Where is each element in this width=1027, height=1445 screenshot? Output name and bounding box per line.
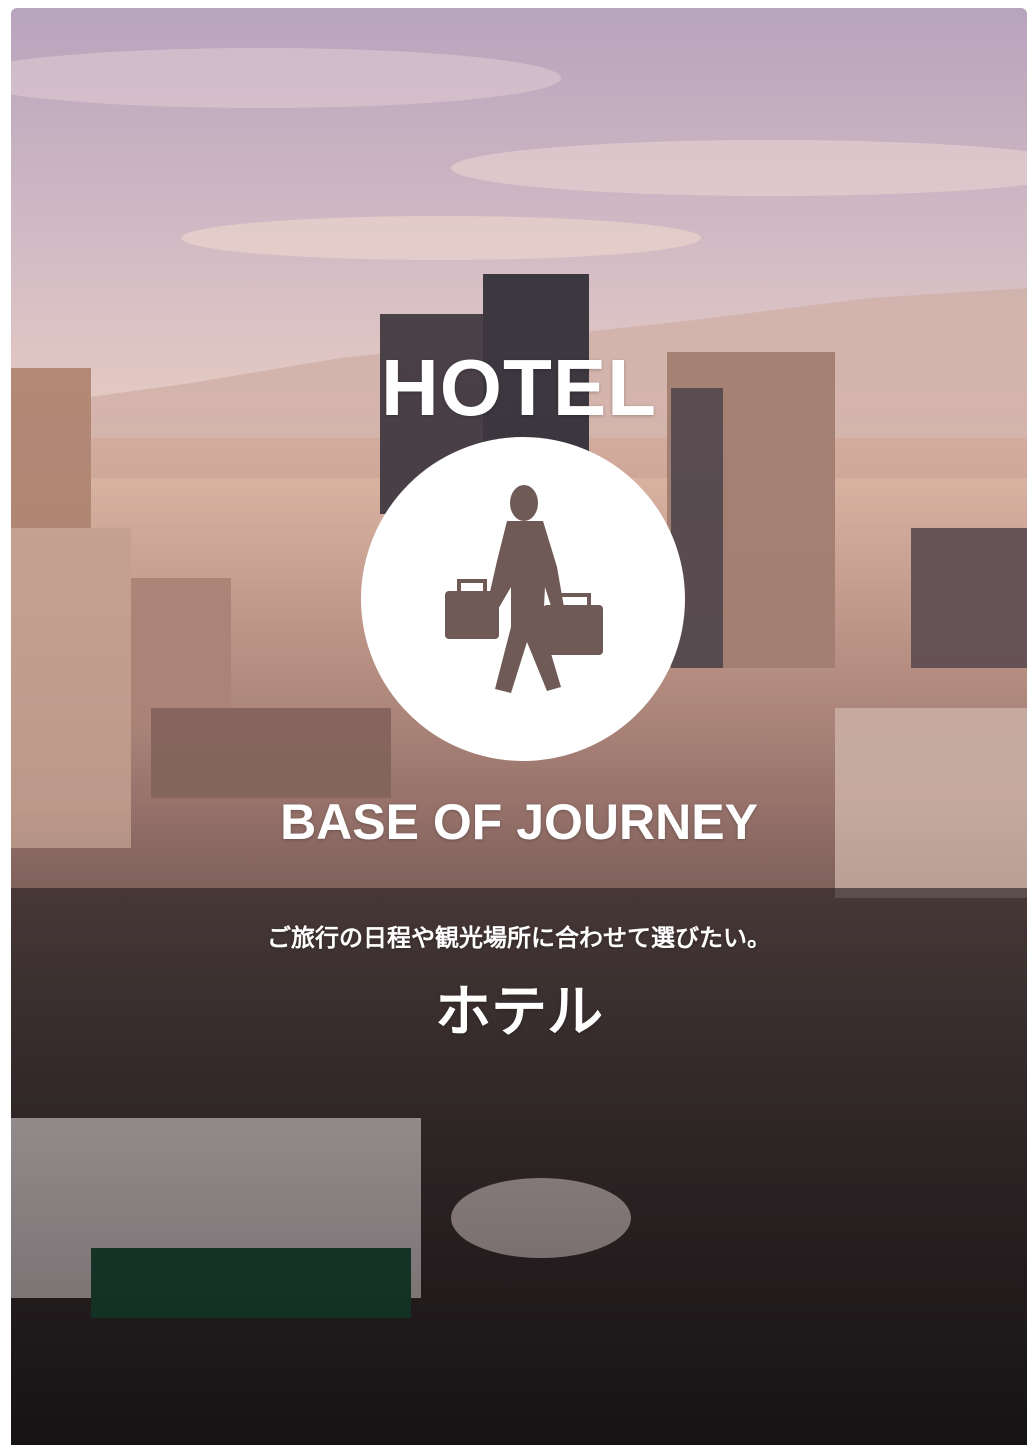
- hotel-title: HOTEL: [380, 343, 658, 432]
- base-of-journey-subtitle: BASE OF JOURNEY: [280, 794, 758, 850]
- tagline: ご旅行の日程や観光場所に合わせて選びたい。: [267, 924, 771, 952]
- hero-card: HOTEL BASE OF JOURNEY ご旅行の日程や観光場所に合わせて選び…: [11, 8, 1027, 1445]
- traveler-with-luggage-icon: [361, 437, 685, 761]
- hotel-heading-jp: ホテル: [435, 980, 603, 1045]
